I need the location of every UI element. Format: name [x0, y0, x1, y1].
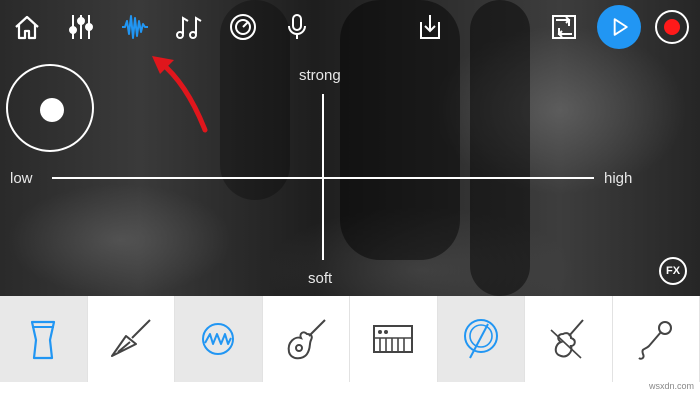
microphone-icon	[638, 321, 672, 360]
bottom-strip	[0, 382, 700, 394]
loop-icon	[552, 15, 576, 39]
instrument-acoustic-guitar[interactable]	[262, 296, 350, 382]
mixer-icon	[69, 15, 93, 39]
download-button[interactable]	[412, 9, 448, 45]
record-icon	[664, 19, 680, 35]
keyboard-icon	[373, 325, 414, 353]
waveform-icon	[122, 15, 148, 39]
microphone-button[interactable]	[279, 9, 315, 45]
label-high: high	[604, 170, 633, 187]
music-notes-button[interactable]	[171, 9, 207, 45]
knob-button[interactable]	[225, 9, 261, 45]
joystick-pad[interactable]	[6, 64, 94, 152]
label-low: low	[10, 170, 33, 187]
instrument-violin[interactable]	[525, 296, 613, 382]
instrument-drum[interactable]	[0, 296, 88, 382]
knob-icon	[230, 14, 256, 40]
acoustic-guitar-icon	[287, 319, 326, 360]
violin-icon	[550, 319, 585, 359]
joystick-knob[interactable]	[40, 98, 64, 122]
label-soft: soft	[308, 270, 333, 287]
electric-guitar-icon	[110, 319, 151, 357]
music-notes-icon	[176, 16, 202, 39]
play-icon	[613, 18, 628, 36]
microphone-icon	[288, 14, 306, 39]
home-icon	[15, 15, 39, 40]
cymbal-icon	[463, 319, 498, 359]
fx-button[interactable]: FX	[659, 257, 687, 285]
waveform-button[interactable]	[117, 9, 153, 45]
record-button[interactable]	[655, 10, 689, 44]
mixer-button[interactable]	[63, 9, 99, 45]
drum-icon	[31, 320, 56, 360]
synth-wave-icon	[202, 323, 235, 355]
instrument-microphone[interactable]	[612, 296, 700, 382]
download-icon	[420, 15, 440, 39]
play-button[interactable]	[597, 5, 641, 49]
instrument-cymbal[interactable]	[437, 296, 525, 382]
instrument-bar	[0, 296, 700, 382]
watermark: wsxdn.com	[648, 381, 694, 391]
loop-button[interactable]	[546, 9, 582, 45]
instrument-keyboard[interactable]	[350, 296, 438, 382]
vertical-axis	[322, 94, 324, 260]
home-button[interactable]	[9, 9, 45, 45]
red-arrow-annotation	[152, 56, 208, 133]
instrument-synth[interactable]	[175, 296, 263, 382]
instrument-electric-guitar[interactable]	[87, 296, 175, 382]
top-toolbar	[0, 0, 700, 54]
label-strong: strong	[299, 67, 341, 84]
